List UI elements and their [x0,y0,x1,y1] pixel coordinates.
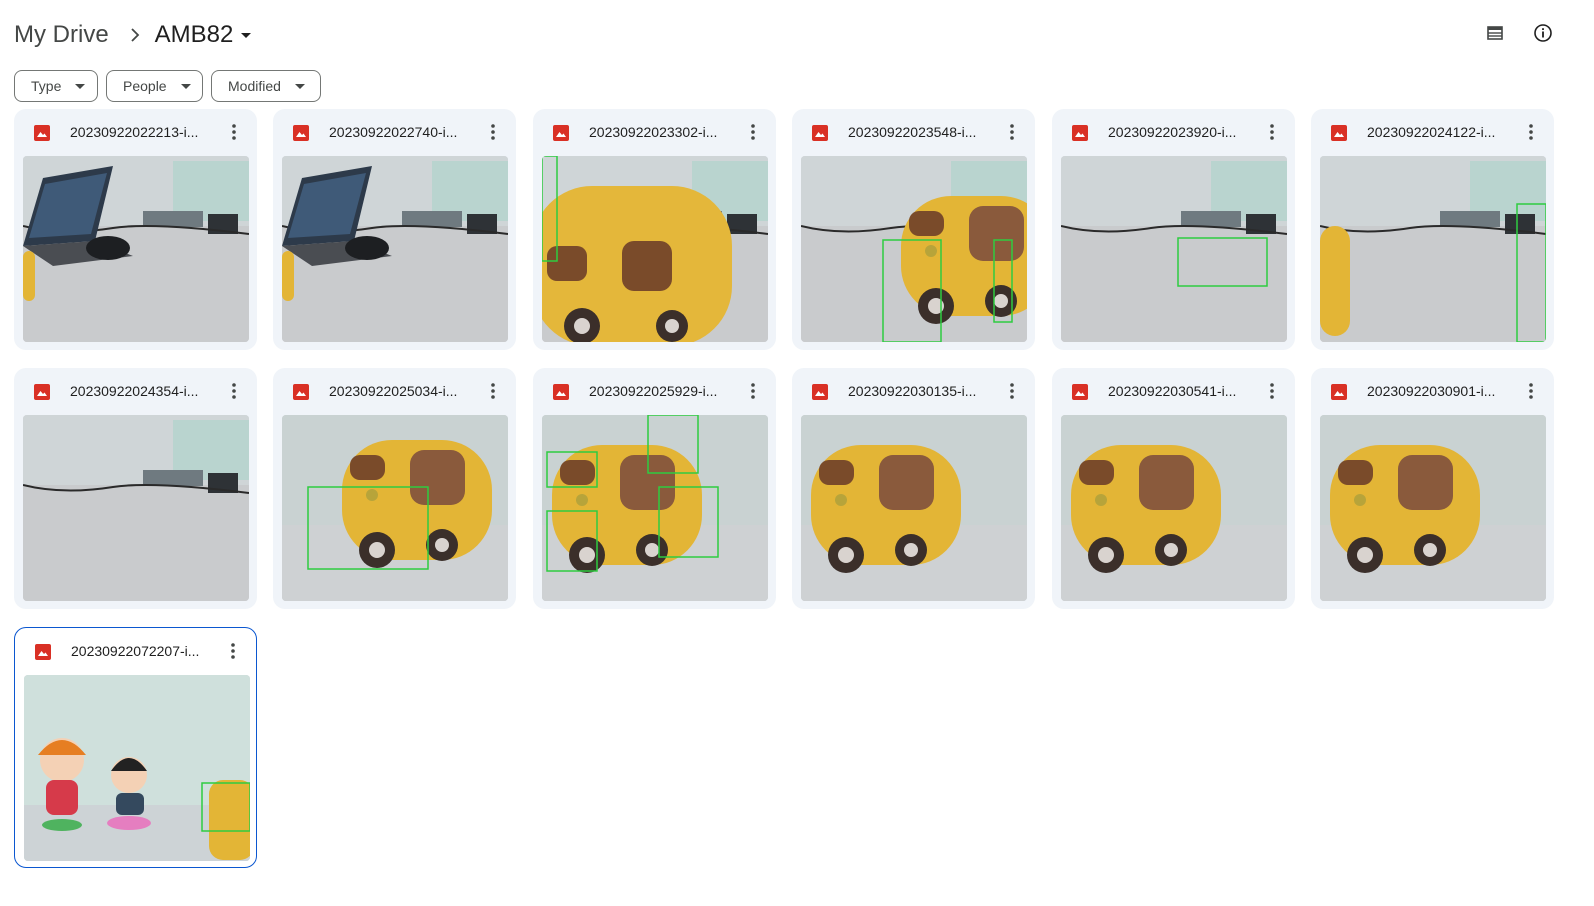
more-options-icon[interactable] [1263,123,1281,141]
file-thumbnail[interactable] [282,415,508,601]
file-name: 20230922024354-i... [70,383,199,399]
file-thumbnail[interactable] [542,156,768,342]
more-options-icon[interactable] [484,382,502,400]
image-file-icon [812,125,828,141]
file-card[interactable]: 20230922030135-i... [792,368,1035,609]
more-options-icon[interactable] [225,382,243,400]
file-card-header: 20230922030135-i... [792,368,1035,414]
file-thumbnail[interactable] [23,156,249,342]
image-file-icon [1331,125,1347,141]
file-name: 20230922024122-i... [1367,124,1496,140]
file-card-header: 20230922025929-i... [533,368,776,414]
more-options-icon[interactable] [1003,382,1021,400]
file-card-header: 20230922023920-i... [1052,109,1295,155]
file-card[interactable]: 20230922025034-i... [273,368,516,609]
more-options-icon[interactable] [224,642,242,660]
type-filter-chip[interactable]: Type [14,70,98,102]
file-name: 20230922030541-i... [1108,383,1237,399]
modified-filter-label: Modified [228,78,281,94]
image-file-icon [1072,384,1088,400]
file-card[interactable]: 20230922024122-i... [1311,109,1554,350]
more-options-icon[interactable] [484,123,502,141]
file-card[interactable]: 20230922023548-i... [792,109,1035,350]
file-thumbnail[interactable] [1061,156,1287,342]
file-thumbnail[interactable] [542,415,768,601]
file-card[interactable]: 20230922030541-i... [1052,368,1295,609]
file-card-header: 20230922022740-i... [273,109,516,155]
file-card-header: 20230922024354-i... [14,368,257,414]
file-thumbnail[interactable] [801,415,1027,601]
file-name: 20230922023548-i... [848,124,977,140]
modified-filter-chip[interactable]: Modified [211,70,321,102]
current-folder-label: AMB82 [154,21,234,48]
file-name: 20230922023920-i... [1108,124,1237,140]
file-name: 20230922023302-i... [589,124,718,140]
file-name: 20230922022740-i... [329,124,458,140]
file-thumbnail[interactable] [1320,415,1546,601]
type-filter-label: Type [31,78,62,94]
people-filter-chip[interactable]: People [106,70,203,102]
file-name: 20230922072207-i... [71,643,200,659]
file-card[interactable]: 20230922023920-i... [1052,109,1295,350]
file-card-header: 20230922023302-i... [533,109,776,155]
image-file-icon [1072,125,1088,141]
more-options-icon[interactable] [1003,123,1021,141]
image-file-icon [34,125,50,141]
more-options-icon[interactable] [1263,382,1281,400]
file-card-header: 20230922024122-i... [1311,109,1554,155]
more-options-icon[interactable] [1522,123,1540,141]
breadcrumb: My Drive AMB82 [14,18,252,52]
image-file-icon [812,384,828,400]
file-thumbnail[interactable] [24,675,250,861]
caret-down-icon [75,83,86,89]
image-file-icon [293,125,309,141]
file-card-header: 20230922025034-i... [273,368,516,414]
file-card[interactable]: 20230922072207-i... [14,627,257,868]
more-options-icon[interactable] [744,382,762,400]
image-file-icon [293,384,309,400]
file-card[interactable]: 20230922025929-i... [533,368,776,609]
image-file-icon [553,384,569,400]
file-name: 20230922030135-i... [848,383,977,399]
file-thumbnail[interactable] [23,415,249,601]
file-name: 20230922025034-i... [329,383,458,399]
image-file-icon [34,384,50,400]
caret-down-icon [241,32,252,38]
breadcrumb-current-folder[interactable]: AMB82 [155,21,252,49]
info-icon[interactable] [1532,22,1554,44]
image-file-icon [553,125,569,141]
file-card[interactable]: 20230922024354-i... [14,368,257,609]
file-card[interactable]: 20230922022213-i... [14,109,257,350]
file-card-header: 20230922030541-i... [1052,368,1295,414]
file-name: 20230922022213-i... [70,124,199,140]
chevron-right-icon [115,28,155,42]
file-card-header: 20230922023548-i... [792,109,1035,155]
file-thumbnail[interactable] [1061,415,1287,601]
file-thumbnail[interactable] [1320,156,1546,342]
caret-down-icon [294,83,305,89]
file-card-header: 20230922072207-i... [15,628,256,674]
list-view-icon[interactable] [1484,22,1506,44]
people-filter-label: People [123,78,167,94]
more-options-icon[interactable] [225,123,243,141]
file-card[interactable]: 20230922023302-i... [533,109,776,350]
image-file-icon [35,644,51,660]
breadcrumb-my-drive[interactable]: My Drive [14,21,115,49]
image-file-icon [1331,384,1347,400]
file-card-header: 20230922022213-i... [14,109,257,155]
drive-folder-page: My Drive AMB82 Type People Modified 2023… [0,0,1594,906]
file-card[interactable]: 20230922022740-i... [273,109,516,350]
filter-chips: Type People Modified [14,70,321,102]
more-options-icon[interactable] [744,123,762,141]
file-name: 20230922025929-i... [589,383,718,399]
file-thumbnail[interactable] [282,156,508,342]
file-thumbnail[interactable] [801,156,1027,342]
caret-down-icon [180,83,191,89]
file-card[interactable]: 20230922030901-i... [1311,368,1554,609]
file-card-header: 20230922030901-i... [1311,368,1554,414]
more-options-icon[interactable] [1522,382,1540,400]
file-name: 20230922030901-i... [1367,383,1496,399]
